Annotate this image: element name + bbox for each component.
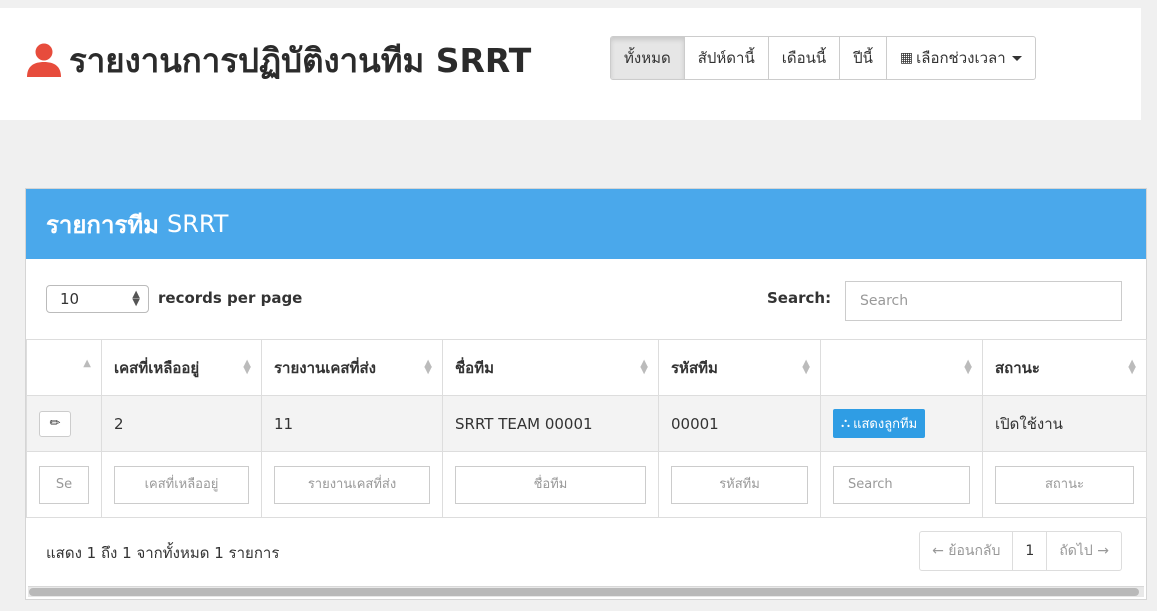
filter-row (26, 451, 1147, 518)
column-header-team-name[interactable]: ชื่อทีม ▲ ▼ (442, 339, 659, 396)
records-per-page-value: 10 (60, 290, 80, 308)
filter-cell (261, 451, 443, 518)
filter-action-input[interactable] (833, 465, 970, 504)
table-header-row: ▲ เคสที่เหลืออยู่ ▲ ▼ รายงานเคสที่ส่ง ▲ ▼ ชื… (26, 339, 1147, 396)
cell-action: ⛬ แสดงลูกทีม (820, 395, 983, 452)
range-all-button[interactable]: ทั้งหมด (611, 37, 685, 79)
pagination: ← ย้อนกลับ 1 ถัดไป → (919, 531, 1122, 571)
column-header-action[interactable]: ▲ ▼ (820, 339, 983, 396)
filter-cell (442, 451, 659, 518)
sort-icon: ▲ ▼ (424, 358, 432, 376)
range-month-button[interactable]: เดือนนี้ (769, 37, 841, 79)
filter-status-input[interactable] (995, 465, 1134, 504)
cell-status: เปิดใช้งาน (982, 395, 1147, 452)
filter-team-code-input[interactable] (671, 465, 808, 504)
filter-edit-input[interactable] (39, 465, 89, 504)
column-header-reported[interactable]: รายงานเคสที่ส่ง ▲ ▼ (261, 339, 443, 396)
range-week-button[interactable]: สัปห์ดานี้ (685, 37, 769, 79)
column-header-edit[interactable]: ▲ (26, 339, 102, 396)
card-header: รายการทีม SRRT (26, 189, 1146, 259)
select-arrows-icon: ▲ ▼ (132, 289, 140, 308)
cell-team-name: SRRT TEAM 00001 (442, 395, 659, 452)
user-icon (27, 43, 61, 77)
filter-cell (26, 451, 102, 518)
prev-page-button[interactable]: ← ย้อนกลับ (920, 532, 1014, 570)
search-input[interactable] (845, 281, 1122, 321)
caret-down-icon (1011, 55, 1022, 61)
cell-team-code: 00001 (658, 395, 821, 452)
show-members-button[interactable]: ⛬ แสดงลูกทีม (833, 409, 926, 438)
calendar-icon: ▦ (899, 50, 914, 66)
page-title-text: รายงานการปฏิบัติงานทีม SRRT (69, 40, 532, 80)
sitemap-icon: ⛬ (841, 416, 851, 431)
search-label: Search: (767, 289, 832, 307)
table-row: ✏ 2 11 SRRT TEAM 00001 00001 ⛬ แสดงลูกที… (26, 395, 1147, 452)
card-title-rest: SRRT (166, 210, 229, 238)
filter-cell (101, 451, 262, 518)
date-range-group: ทั้งหมด สัปห์ดานี้ เดือนนี้ ปีนี้ ▦ เลือ… (610, 36, 1036, 80)
sort-icon: ▲ ▼ (802, 358, 810, 376)
sort-icon: ▲ (83, 358, 91, 369)
table-info: แสดง 1 ถึง 1 จากทั้งหมด 1 รายการ (46, 544, 280, 562)
sort-icon: ▲ ▼ (1128, 358, 1136, 376)
filter-remaining-input[interactable] (114, 465, 249, 504)
pencil-icon: ✏ (49, 416, 61, 431)
range-year-button[interactable]: ปีนี้ (840, 37, 887, 79)
cell-reported: 11 (261, 395, 443, 452)
next-page-button[interactable]: ถัดไป → (1047, 532, 1121, 570)
edit-button[interactable]: ✏ (39, 410, 71, 437)
page-title: รายงานการปฏิบัติงานทีม SRRT (25, 38, 531, 82)
show-members-label: แสดงลูกทีม (853, 417, 918, 432)
card-title-bold: รายการทีม (46, 210, 159, 239)
horizontal-scrollbar[interactable] (28, 586, 1144, 597)
custom-range-label: เลือกช่วงเวลา (916, 49, 1006, 67)
custom-range-dropdown[interactable]: ▦ เลือกช่วงเวลา (887, 37, 1035, 79)
filter-cell (820, 451, 983, 518)
team-list-card: รายการทีม SRRT 10 ▲ ▼ records per page Se… (25, 188, 1147, 600)
sort-icon: ▲ ▼ (964, 358, 972, 376)
page-1-button[interactable]: 1 (1013, 532, 1048, 570)
team-table: ▲ เคสที่เหลืออยู่ ▲ ▼ รายงานเคสที่ส่ง ▲ ▼ ชื… (26, 339, 1147, 518)
filter-cell (982, 451, 1147, 518)
records-per-page-label: records per page (158, 289, 303, 307)
edit-cell: ✏ (26, 395, 102, 452)
sort-icon: ▲ ▼ (243, 358, 251, 376)
sort-icon: ▲ ▼ (640, 358, 648, 376)
filter-cell (658, 451, 821, 518)
filter-reported-input[interactable] (274, 465, 430, 504)
scrollbar-thumb[interactable] (29, 588, 1139, 596)
column-header-status[interactable]: สถานะ ▲ ▼ (982, 339, 1147, 396)
cell-remaining: 2 (101, 395, 262, 452)
filter-team-name-input[interactable] (455, 465, 646, 504)
records-per-page-select[interactable]: 10 ▲ ▼ (46, 285, 149, 313)
table-toolbar: 10 ▲ ▼ records per page Search: (26, 271, 1146, 321)
column-header-team-code[interactable]: รหัสทีม ▲ ▼ (658, 339, 821, 396)
column-header-remaining[interactable]: เคสที่เหลืออยู่ ▲ ▼ (101, 339, 262, 396)
